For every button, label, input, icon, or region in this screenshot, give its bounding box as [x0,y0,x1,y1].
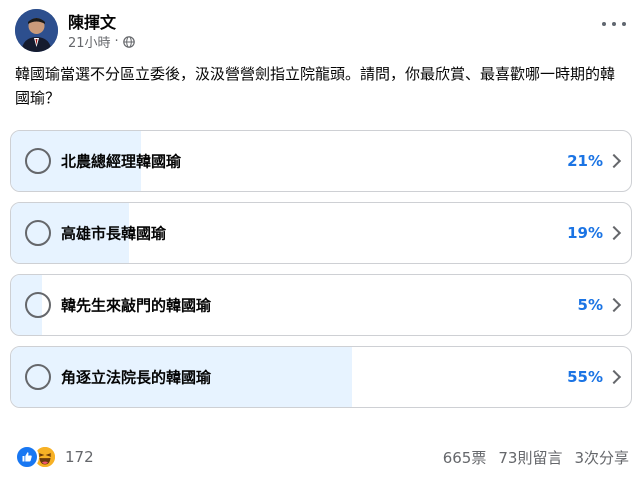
more-options-button[interactable] [602,18,626,30]
poll-option-label: 高雄市長韓國瑜 [61,224,167,243]
chevron-right-icon [606,297,622,313]
reactions-summary[interactable]: 172 [15,445,94,469]
radio-button[interactable] [25,292,51,318]
chevron-right-icon [606,225,622,241]
radio-button[interactable] [25,220,51,246]
post-footer: 172 665票 73則留言 3次分享 [15,444,629,470]
radio-button[interactable] [25,364,51,390]
like-icon [15,445,39,469]
poll-option-percent: 55% [567,368,603,386]
poll-option-label: 角逐立法院長的韓國瑜 [61,368,212,387]
post-text: 韓國瑜當選不分區立委後，汲汲營營劍指立院龍頭。請問，你最欣賞、最喜歡哪一時期的韓… [15,65,616,107]
poll-option-label: 北農總經理韓國瑜 [61,152,182,171]
avatar-image [15,9,58,52]
comment-count[interactable]: 73則留言 [498,447,562,468]
poll-option-percent: 5% [577,296,603,314]
post-timestamp[interactable]: 21小時 [68,32,111,51]
more-dot-icon [612,22,616,26]
poll-option-label: 韓先生來敲門的韓國瑜 [61,296,212,315]
more-dot-icon [602,22,606,26]
chevron-right-icon [606,153,622,169]
poll-option[interactable]: 角逐立法院長的韓國瑜 55% [10,346,632,408]
poll-option[interactable]: 韓先生來敲門的韓國瑜 5% [10,274,632,336]
reaction-count: 172 [65,448,94,466]
globe-icon[interactable] [122,35,135,48]
author-avatar[interactable] [15,9,58,52]
share-count[interactable]: 3次分享 [574,447,629,468]
radio-button[interactable] [25,148,51,174]
chevron-right-icon [606,369,622,385]
poll: 北農總經理韓國瑜 21% 高雄市長韓國瑜 19% 韓先生來敲門的韓國瑜 5% 角… [10,130,632,418]
poll-option[interactable]: 高雄市長韓國瑜 19% [10,202,632,264]
facebook-post: 陳揮文 21小時 · 韓國瑜當選不分區立委後，汲汲營營劍指立院龍頭。請問，你最欣… [0,0,644,479]
author-name[interactable]: 陳揮文 [68,9,116,33]
poll-option-percent: 19% [567,224,603,242]
poll-option-percent: 21% [567,152,603,170]
post-stats: 665票 73則留言 3次分享 [431,447,629,468]
post-meta: 21小時 · [68,32,135,51]
more-dot-icon [622,22,626,26]
vote-count[interactable]: 665票 [443,447,487,468]
meta-separator: · [114,34,119,49]
poll-option[interactable]: 北農總經理韓國瑜 21% [10,130,632,192]
